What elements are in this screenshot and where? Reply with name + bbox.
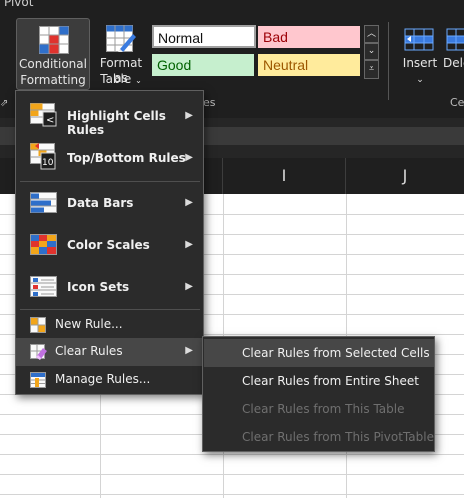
svg-text:<: <: [46, 115, 54, 126]
group-dialog-launcher-icon[interactable]: ⇗: [0, 98, 8, 109]
manage-rules-icon: [30, 372, 46, 391]
menu-item-data-bars[interactable]: Data Bars ▶: [16, 183, 203, 225]
insert-cells-icon: [403, 25, 435, 57]
menu-item-label: New Rule...: [55, 317, 123, 331]
menu-separator: [20, 181, 200, 182]
insert-button[interactable]: Insert ⌄: [398, 18, 442, 90]
submenu-arrow-icon: ▶: [185, 152, 193, 163]
highlight-cells-icon: <: [30, 103, 58, 130]
menu-item-new-rule[interactable]: New Rule...: [16, 311, 203, 339]
chevron-down-icon: ⌄: [135, 76, 142, 85]
pivot-tab[interactable]: Pivot: [4, 0, 33, 9]
menu-item-label: Color Scales: [67, 238, 150, 252]
menu-item-icon-sets[interactable]: Icon Sets ▶: [16, 267, 203, 309]
conditional-formatting-label-1: Conditional: [19, 57, 87, 71]
submenu-arrow-icon: ▶: [185, 281, 193, 292]
top-bottom-icon: 10: [30, 143, 58, 174]
delete-label: Dele: [443, 56, 464, 70]
menu-item-label: Data Bars: [67, 196, 134, 210]
format-as-table-button[interactable]: Format as Table ⌄: [92, 18, 150, 90]
submenu-arrow-icon: ▶: [185, 197, 193, 208]
submenu-item-clear-entire-sheet[interactable]: Clear Rules from Entire Sheet: [204, 367, 434, 395]
conditional-formatting-icon: [39, 26, 69, 58]
menu-item-manage-rules[interactable]: Manage Rules...: [16, 366, 203, 394]
clear-rules-submenu: Clear Rules from Selected Cells Clear Ru…: [202, 336, 435, 452]
menu-item-label: Manage Rules...: [55, 372, 151, 386]
menu-item-label: Clear Rules: [55, 344, 123, 358]
styles-more-button[interactable]: ⩡: [364, 60, 379, 79]
format-as-table-icon: [106, 25, 136, 57]
conditional-formatting-button[interactable]: Conditional Formatting ⌄: [16, 18, 90, 101]
format-as-table-label-2: Table ⌄: [100, 72, 142, 86]
styles-scroll-down-button[interactable]: ⌄: [364, 43, 379, 60]
submenu-item-clear-this-pivottable: Clear Rules from This PivotTable: [242, 430, 434, 444]
menu-item-clear-rules[interactable]: Clear Rules ▶: [16, 338, 203, 366]
submenu-arrow-icon: ▶: [185, 345, 193, 356]
column-header-i[interactable]: I: [223, 158, 346, 194]
column-header-j[interactable]: J: [346, 158, 464, 194]
group-divider: [388, 22, 389, 100]
submenu-arrow-icon: ▶: [185, 239, 193, 250]
submenu-arrow-icon: ▶: [185, 110, 193, 121]
data-bars-icon: [30, 192, 58, 217]
submenu-item-clear-this-table: Clear Rules from This Table: [242, 402, 405, 416]
grid-line: [0, 494, 464, 495]
menu-separator: [20, 309, 200, 310]
clear-rules-icon: [30, 344, 48, 363]
styles-scroll-up-button[interactable]: ︿: [364, 25, 379, 43]
menu-item-label: Top/Bottom Rules: [67, 151, 186, 165]
insert-label: Insert: [402, 56, 438, 70]
grid-line: [0, 454, 464, 455]
conditional-formatting-menu: < Highlight Cells Rules ▶ 10 Top/Bottom …: [15, 90, 204, 395]
chevron-up-icon: ︿: [366, 29, 376, 39]
style-normal[interactable]: Normal: [152, 25, 256, 48]
delete-button[interactable]: Dele: [440, 18, 464, 90]
styles-group-label: es: [203, 96, 216, 109]
svg-text:10: 10: [42, 158, 54, 168]
color-scales-icon: [30, 234, 58, 259]
style-neutral[interactable]: Neutral: [258, 54, 360, 76]
grid-line: [0, 474, 464, 475]
chevron-down-icon: ⌄: [416, 75, 424, 85]
style-good[interactable]: Good: [152, 54, 254, 76]
menu-item-label: Highlight Cells Rules: [67, 109, 166, 137]
menu-item-highlight-cells-rules[interactable]: < Highlight Cells Rules ▶: [16, 95, 203, 137]
delete-cells-icon: [445, 25, 464, 57]
menu-item-color-scales[interactable]: Color Scales ▶: [16, 225, 203, 267]
chevron-down-icon: ⌄: [367, 46, 376, 56]
submenu-item-clear-selected-cells[interactable]: Clear Rules from Selected Cells: [204, 339, 434, 367]
style-bad[interactable]: Bad: [258, 26, 360, 48]
menu-item-label: Icon Sets: [67, 280, 130, 294]
menu-item-top-bottom-rules[interactable]: 10 Top/Bottom Rules ▶: [16, 137, 203, 179]
new-rule-icon: [30, 317, 46, 336]
more-icon: ⩡: [368, 64, 375, 74]
icon-sets-icon: [30, 276, 58, 301]
cells-group-label: Cel: [450, 96, 464, 109]
